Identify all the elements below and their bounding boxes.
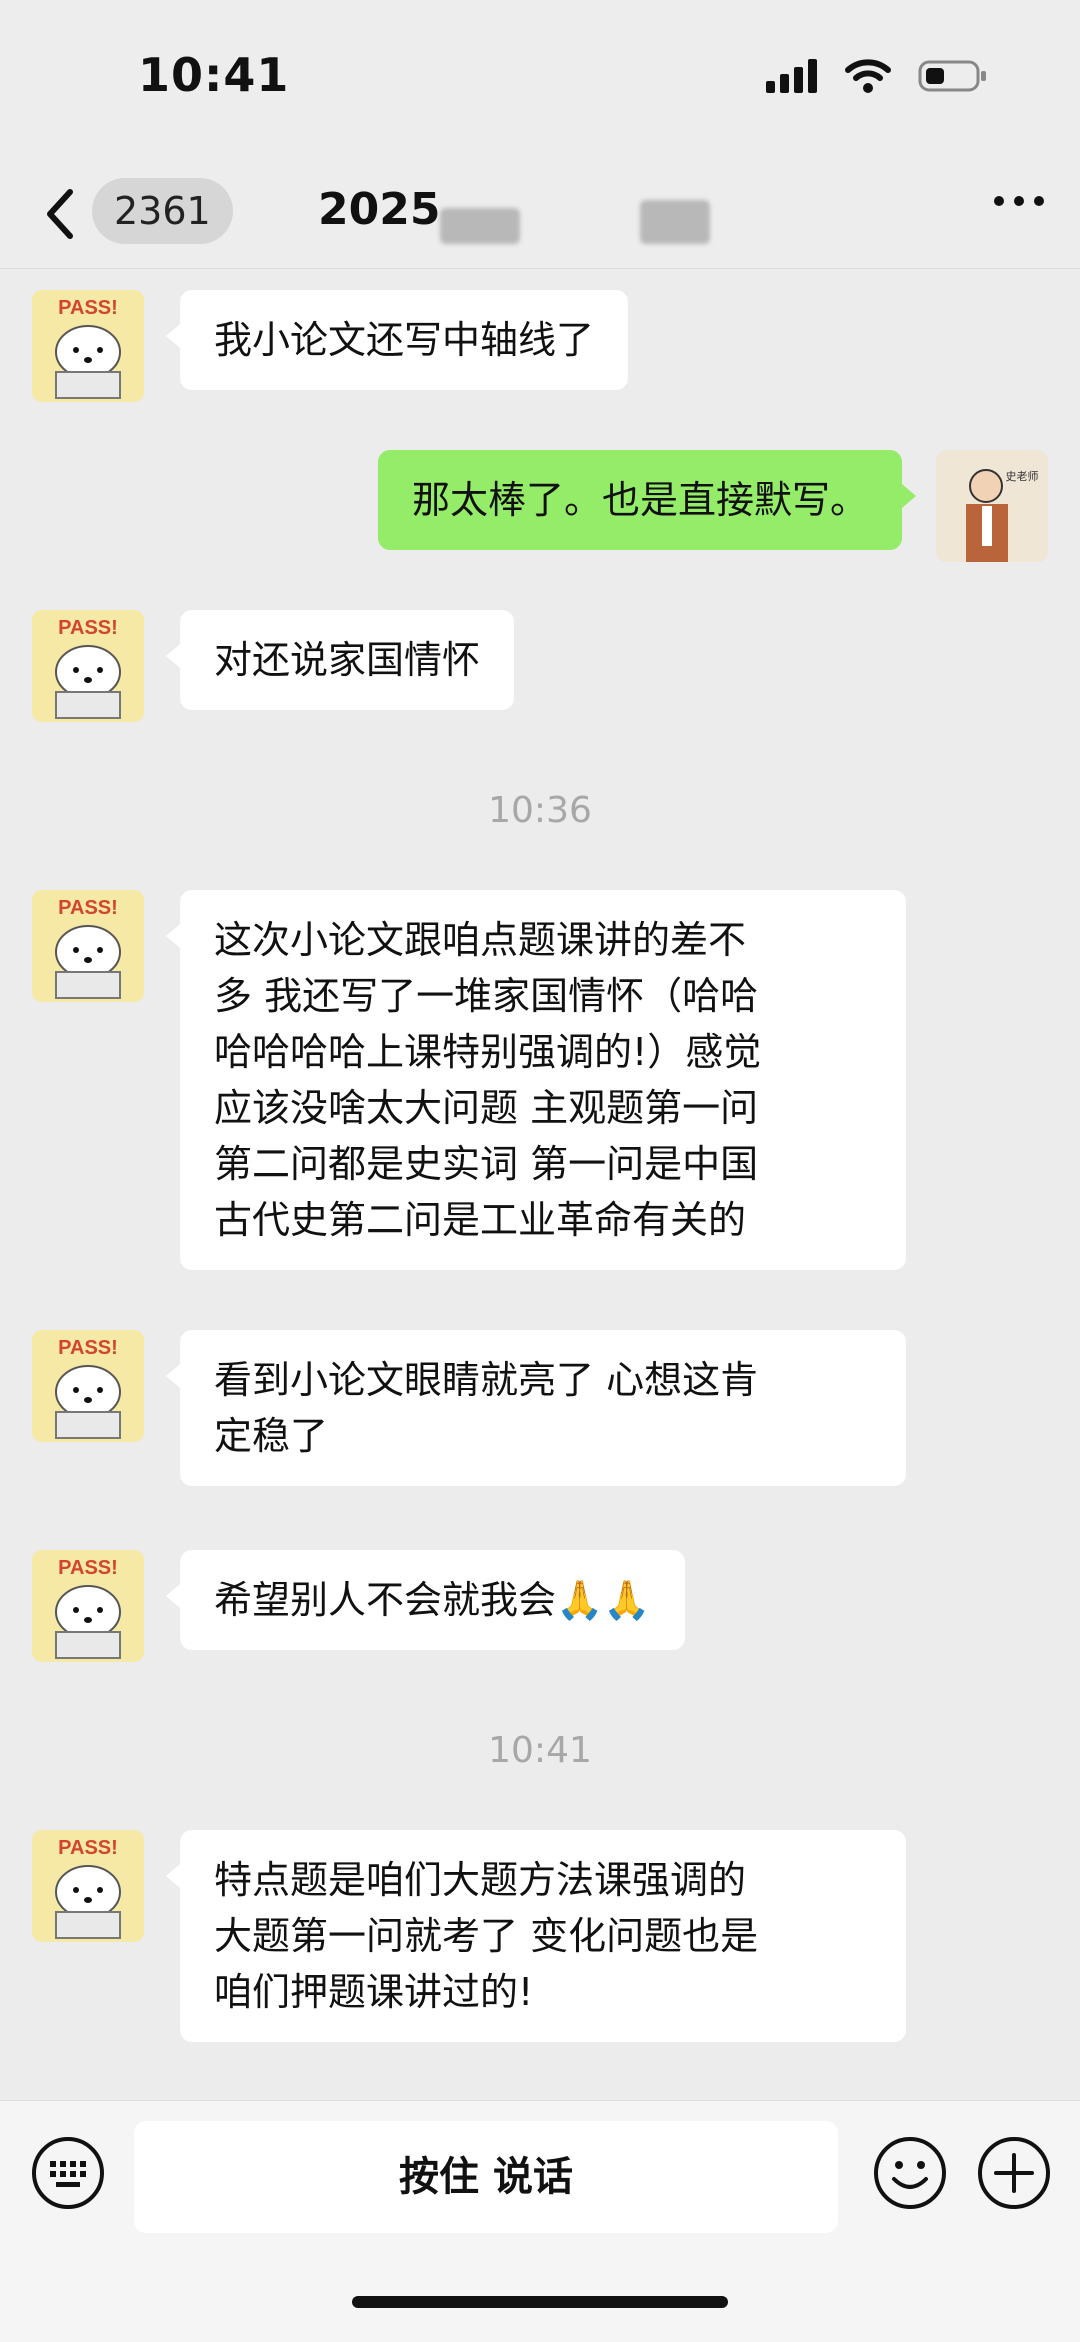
- message-bubble[interactable]: 对还说家国情怀: [165, 610, 515, 710]
- message-bubble[interactable]: 我小论文还写中轴线了: [165, 290, 629, 390]
- my-avatar[interactable]: 史老师: [936, 450, 1048, 562]
- status-time: 10:41: [138, 48, 290, 102]
- avatar[interactable]: PASS!: [32, 1330, 144, 1442]
- message-line: 大题第一问就考了 变化问题也是: [214, 1914, 759, 1958]
- avatar[interactable]: PASS!: [32, 610, 144, 722]
- redacted-title-2: [640, 200, 710, 244]
- message-line: 应该没啥太大问题 主观题第一问: [214, 1086, 759, 1130]
- dog-avatar-icon: PASS!: [32, 1330, 144, 1442]
- emoji-icon[interactable]: [872, 2135, 948, 2211]
- svg-text:PASS!: PASS!: [58, 897, 118, 919]
- message-line: 咱们押题课讲过的!: [214, 1970, 534, 2014]
- avatar[interactable]: PASS!: [32, 1830, 144, 1942]
- signal-icon: [766, 59, 817, 93]
- dog-avatar-icon: PASS!: [32, 1550, 144, 1662]
- message-bubble-sent[interactable]: 那太棒了。也是直接默写。: [377, 450, 917, 550]
- message-line: 定稳了: [214, 1414, 329, 1458]
- message-bubble[interactable]: 看到小论文眼睛就亮了 心想这肯 定稳了: [166, 1330, 906, 1486]
- svg-text:PASS!: PASS!: [58, 1337, 118, 1359]
- message-bubble[interactable]: 希望别人不会就我会🙏🙏: [166, 1550, 685, 1650]
- message-line: 多 我还写了一堆家国情怀（哈哈: [214, 974, 759, 1018]
- svg-text:PASS!: PASS!: [58, 1837, 118, 1859]
- message-line: 特点题是咱们大题方法课强调的: [214, 1858, 747, 1902]
- message-bubble[interactable]: 这次小论文跟咱点题课讲的差不 多 我还写了一堆家国情怀（哈哈 哈哈哈哈上课特别强…: [166, 890, 906, 1270]
- status-bar: 10:41: [0, 0, 1080, 160]
- dog-avatar-icon: PASS!: [32, 890, 144, 1002]
- teacher-avatar-icon: 史老师: [936, 450, 1048, 562]
- avatar[interactable]: PASS!: [32, 890, 144, 1002]
- status-icons: [766, 58, 988, 94]
- message-line: 古代史第二问是工业革命有关的: [214, 1198, 747, 1242]
- chat-header: 2361 2025: [0, 160, 1080, 269]
- svg-text:PASS!: PASS!: [58, 297, 118, 319]
- unread-badge[interactable]: 2361: [92, 178, 233, 244]
- chat-area: PASS! 我小论文还写中轴线了 史老师 那太棒了。也是直接默写。 PASS! …: [0, 270, 1080, 2100]
- message-bubble[interactable]: 特点题是咱们大题方法课强调的 大题第一问就考了 变化问题也是 咱们押题课讲过的!: [166, 1830, 906, 2042]
- keyboard-icon[interactable]: [30, 2135, 106, 2211]
- dog-avatar-icon: PASS!: [32, 1830, 144, 1942]
- avatar[interactable]: PASS!: [32, 290, 144, 402]
- home-indicator: [352, 2296, 728, 2308]
- message-line: 哈哈哈哈上课特别强调的!）感觉: [214, 1030, 762, 1074]
- redacted-title-1: [440, 208, 520, 244]
- message-line: 第二问都是史实词 第一问是中国: [214, 1142, 759, 1186]
- more-icon[interactable]: [994, 196, 1044, 206]
- message-line: 这次小论文跟咱点题课讲的差不: [214, 918, 747, 962]
- dog-avatar-icon: PASS!: [32, 290, 144, 402]
- back-icon[interactable]: [40, 184, 80, 244]
- svg-text:PASS!: PASS!: [58, 1557, 118, 1579]
- message-line: 看到小论文眼睛就亮了 心想这肯: [214, 1358, 759, 1402]
- avatar[interactable]: PASS!: [32, 1550, 144, 1662]
- svg-text:PASS!: PASS!: [58, 617, 118, 639]
- timestamp: 10:41: [488, 1730, 592, 1771]
- battery-icon: [918, 60, 986, 92]
- svg-text:史老师: 史老师: [1006, 470, 1039, 483]
- dog-avatar-icon: PASS!: [32, 610, 144, 722]
- plus-icon[interactable]: [976, 2135, 1052, 2211]
- hold-to-talk-button[interactable]: 按住 说话: [134, 2121, 838, 2233]
- wifi-icon: [845, 59, 891, 93]
- timestamp: 10:36: [488, 790, 592, 831]
- chat-title: 2025: [318, 184, 441, 235]
